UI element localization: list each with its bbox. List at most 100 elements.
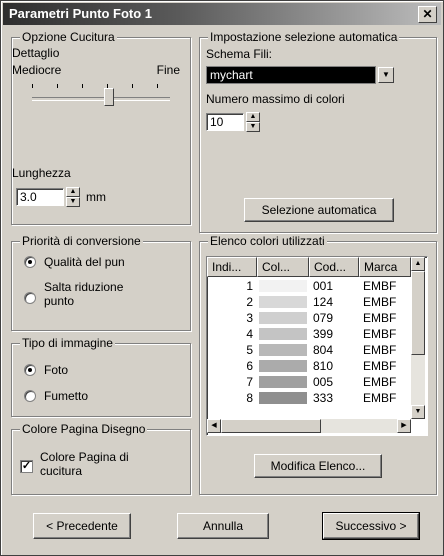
color-swatch bbox=[259, 360, 307, 372]
spin-down-icon[interactable]: ▼ bbox=[66, 197, 80, 207]
modify-list-button[interactable]: Modifica Elenco... bbox=[254, 454, 382, 478]
auto-selection-legend: Impostazione selezione automatica bbox=[208, 30, 400, 44]
color-list-legend: Elenco colori utilizzati bbox=[208, 234, 327, 248]
color-swatch bbox=[259, 296, 307, 308]
slider-thumb[interactable] bbox=[104, 88, 114, 106]
spin-up-icon[interactable]: ▲ bbox=[66, 187, 80, 197]
slider-min-label: Mediocre bbox=[12, 63, 62, 77]
priority-quality-radio[interactable] bbox=[24, 256, 36, 268]
scheme-select[interactable]: mychart bbox=[206, 66, 376, 84]
table-row[interactable]: 5 804 EMBF bbox=[207, 343, 411, 357]
close-button[interactable]: ✕ bbox=[418, 6, 437, 23]
scroll-up-icon[interactable]: ▲ bbox=[411, 257, 425, 271]
auto-select-button[interactable]: Selezione automatica bbox=[244, 198, 394, 222]
max-colors-input[interactable]: 10 bbox=[206, 113, 244, 131]
scroll-hthumb[interactable] bbox=[221, 419, 321, 433]
slider-max-label: Fine bbox=[156, 63, 180, 77]
length-input[interactable]: 3.0 bbox=[16, 188, 64, 206]
row-index: 1 bbox=[246, 279, 253, 293]
scroll-right-icon[interactable]: ▶ bbox=[397, 419, 411, 433]
next-button[interactable]: Successivo > bbox=[322, 512, 420, 540]
color-table[interactable]: Indi... Col... Cod... Marca 1 001 EMBF 2 124… bbox=[206, 256, 428, 436]
color-swatch bbox=[259, 312, 307, 324]
image-type-photo-label: Foto bbox=[44, 363, 69, 377]
row-index: 2 bbox=[246, 295, 253, 309]
page-color-checkbox[interactable]: ✓ bbox=[20, 460, 33, 473]
color-swatch bbox=[259, 392, 307, 404]
scroll-left-icon[interactable]: ◀ bbox=[207, 419, 221, 433]
stitch-option-legend: Opzione Cucitura bbox=[20, 30, 117, 44]
slider-tick bbox=[57, 84, 58, 88]
row-brand: EMBF bbox=[363, 375, 397, 389]
max-colors-spinner[interactable]: ▲ ▼ bbox=[246, 112, 260, 132]
priority-quality-label: Qualità del pun bbox=[44, 255, 125, 269]
detail-label: Dettaglio bbox=[12, 46, 60, 60]
auto-selection-group: Impostazione selezione automatica Schema… bbox=[199, 30, 437, 233]
title-bar: Parametri Punto Foto 1 ✕ bbox=[3, 3, 441, 25]
column-header-index[interactable]: Indi... bbox=[207, 257, 257, 277]
slider-tick bbox=[82, 84, 83, 88]
page-color-label: Colore Pagina di cucitura bbox=[40, 450, 129, 478]
stitch-option-group: Opzione Cucitura Dettaglio Mediocre Fine… bbox=[11, 30, 191, 225]
scroll-down-icon[interactable]: ▼ bbox=[411, 405, 425, 419]
page-color-legend: Colore Pagina Disegno bbox=[20, 422, 148, 436]
scheme-label: Schema Fili: bbox=[206, 47, 273, 61]
slider-tick bbox=[32, 84, 33, 88]
table-row[interactable]: 8 333 EMBF bbox=[207, 391, 411, 405]
max-colors-label: Numero massimo di colori bbox=[206, 92, 345, 106]
color-swatch bbox=[259, 280, 307, 292]
priority-skip-radio[interactable] bbox=[24, 292, 36, 304]
color-swatch bbox=[259, 376, 307, 388]
window-title: Parametri Punto Foto 1 bbox=[9, 6, 153, 21]
length-unit: mm bbox=[86, 190, 106, 204]
table-row[interactable]: 2 124 EMBF bbox=[207, 295, 411, 309]
row-brand: EMBF bbox=[363, 359, 397, 373]
row-index: 4 bbox=[246, 327, 253, 341]
back-button[interactable]: < Precedente bbox=[33, 513, 131, 539]
row-code: 001 bbox=[313, 279, 334, 293]
table-row[interactable]: 4 399 EMBF bbox=[207, 327, 411, 341]
color-table-body: 1 001 EMBF 2 124 EMBF 3 079 EMBF 4 399 EMBF 5 804 EMBF… bbox=[207, 277, 411, 419]
row-brand: EMBF bbox=[363, 343, 397, 357]
row-code: 333 bbox=[313, 391, 334, 405]
table-row[interactable]: 3 079 EMBF bbox=[207, 311, 411, 325]
cancel-button[interactable]: Annulla bbox=[177, 513, 269, 539]
color-list-group: Elenco colori utilizzati Indi... Col... … bbox=[199, 234, 437, 495]
color-swatch bbox=[259, 328, 307, 340]
length-label: Lunghezza bbox=[12, 166, 71, 180]
row-brand: EMBF bbox=[363, 391, 397, 405]
column-header-brand[interactable]: Marca bbox=[359, 257, 411, 277]
color-swatch bbox=[259, 344, 307, 356]
row-code: 005 bbox=[313, 375, 334, 389]
column-header-code[interactable]: Cod... bbox=[309, 257, 359, 277]
slider-track bbox=[32, 97, 170, 101]
table-row[interactable]: 1 001 EMBF bbox=[207, 279, 411, 293]
chevron-down-icon[interactable]: ▼ bbox=[378, 67, 394, 83]
dialog-window: Parametri Punto Foto 1 ✕ Opzione Cucitur… bbox=[0, 0, 444, 556]
image-type-group: Tipo di immagine Foto Fumetto bbox=[11, 336, 191, 417]
row-index: 3 bbox=[246, 311, 253, 325]
row-brand: EMBF bbox=[363, 327, 397, 341]
row-brand: EMBF bbox=[363, 279, 397, 293]
length-spinner[interactable]: ▲ ▼ bbox=[66, 187, 80, 207]
slider-tick bbox=[132, 84, 133, 88]
row-code: 810 bbox=[313, 359, 334, 373]
spin-down-icon[interactable]: ▼ bbox=[246, 122, 260, 132]
row-index: 7 bbox=[246, 375, 253, 389]
row-brand: EMBF bbox=[363, 295, 397, 309]
spin-up-icon[interactable]: ▲ bbox=[246, 112, 260, 122]
column-header-color[interactable]: Col... bbox=[257, 257, 309, 277]
scroll-thumb[interactable] bbox=[411, 271, 425, 355]
row-code: 399 bbox=[313, 327, 334, 341]
row-brand: EMBF bbox=[363, 311, 397, 325]
priority-legend: Priorità di conversione bbox=[20, 234, 143, 248]
row-code: 804 bbox=[313, 343, 334, 357]
image-type-cartoon-radio[interactable] bbox=[24, 390, 36, 402]
table-row[interactable]: 7 005 EMBF bbox=[207, 375, 411, 389]
table-row[interactable]: 6 810 EMBF bbox=[207, 359, 411, 373]
image-type-legend: Tipo di immagine bbox=[20, 336, 115, 350]
detail-slider[interactable] bbox=[32, 82, 172, 108]
page-color-group: Colore Pagina Disegno ✓ Colore Pagina di… bbox=[11, 422, 191, 495]
image-type-photo-radio[interactable] bbox=[24, 364, 36, 376]
slider-tick bbox=[157, 84, 158, 88]
